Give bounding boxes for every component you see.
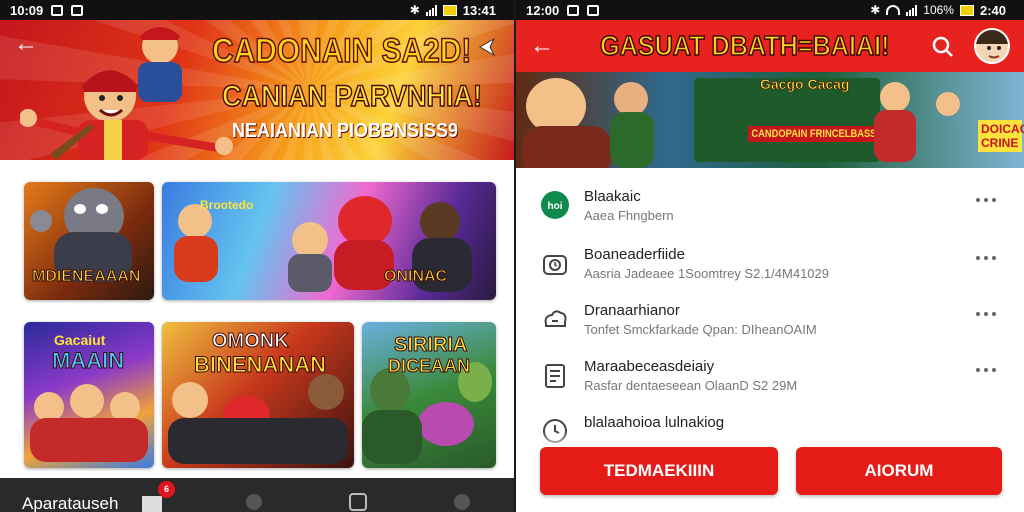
list-item-title: blalaahoioa lulnakiog [584, 414, 725, 431]
more-options-icon[interactable] [974, 310, 998, 318]
tile-title: ONINAC [383, 268, 448, 286]
right-screen: 12:00 ✱ 106% 2:40 ← GASUAT DBATH=BAIAI! … [516, 0, 1024, 512]
list-item-subtitle: Rasfar dentaeseean OlaanD S2 29M [584, 378, 798, 393]
back-arrow-icon[interactable]: ← [530, 34, 554, 58]
game-tile[interactable]: MDIENEAAAN [24, 182, 154, 300]
battery-icon [442, 4, 457, 16]
app-title: GASUAT DBATH=BAIAI! [599, 29, 890, 62]
status-bar: 10:09 ✱ 13:41 [0, 0, 514, 20]
hero-characters-illustration [20, 27, 233, 160]
tile-caption: SIRIRIA [393, 334, 468, 357]
game-tile[interactable]: Gacaiut MAAIN [24, 322, 154, 468]
bottom-nav-label[interactable]: Aparatauseh [22, 494, 118, 512]
list-item-subtitle: Aasria Jadeaee 1Soomtrey S2.1/4M41029 [584, 266, 829, 281]
tile-caption: Brootedo [200, 198, 254, 212]
banner-text: Gacgo Cacag [760, 76, 850, 93]
promo-banner[interactable]: Gacgo Cacag CANDOPAIN FRINCELBASS DOICAC… [516, 72, 1024, 168]
list-item[interactable]: Maraabeceasdeiaiy Rasfar dentaeseean Ola… [516, 350, 1024, 406]
banner-badge-text: DOICAC CRINE [978, 120, 1024, 152]
bluetooth-icon: ✱ [409, 3, 420, 17]
hero-title: CADONAIN SA2D! [211, 31, 472, 71]
notification-icon [51, 4, 64, 16]
left-screen: 10:09 ✱ 13:41 ← CADONAIN SA2D! CANIAN PA… [0, 0, 514, 512]
list-item-subtitle: Tonfet Smckfarkade Qpan: DIheanOAIM [584, 322, 817, 337]
list-item-title: Dranaarhianor [584, 302, 680, 319]
list-item-title: Maraabeceasdeiaiy [584, 358, 715, 375]
battery-icon [959, 4, 974, 16]
back-arrow-icon[interactable]: ← [14, 32, 38, 56]
game-tile[interactable]: SIRIRIA DICEAAN [362, 322, 496, 468]
tile-caption: Gacaiut [54, 332, 106, 348]
more-options-icon[interactable] [974, 366, 998, 374]
bottom-navigation: Aparatauseh 6 [0, 478, 514, 512]
signal-icon [425, 4, 437, 16]
hero-banner[interactable]: ← CADONAIN SA2D! CANIAN PARVNHIA! NEAIAN… [0, 20, 514, 160]
square-nav-icon[interactable] [348, 490, 370, 512]
list-item[interactable]: hoi Blaakaic Aaea Fhngbern [516, 180, 1024, 236]
more-options-icon[interactable] [974, 196, 998, 204]
app-bar: ← GASUAT DBATH=BAIAI! [516, 20, 1024, 72]
secondary-button[interactable]: AIORUM [796, 447, 1002, 495]
logo-icon: hoi [541, 191, 569, 219]
svg-text:hoi: hoi [548, 201, 563, 212]
wifi-icon [886, 5, 901, 15]
profile-nav-icon[interactable] [452, 490, 474, 512]
list-item-title: Blaakaic [584, 188, 641, 205]
status-bar: 12:00 ✱ 106% 2:40 [516, 0, 1024, 20]
status-time: 10:09 [10, 2, 44, 18]
notification-icon [71, 4, 84, 16]
camera-clock-icon [543, 255, 567, 275]
list-item-subtitle: Aaea Fhngbern [584, 208, 674, 223]
tile-title: MAAIN [51, 348, 125, 374]
list-item-title: Boaneaderfiide [584, 246, 685, 263]
game-tile[interactable]: OMONK BINENANAN [162, 322, 354, 468]
primary-button[interactable]: TEDMAEKIIIN [540, 447, 778, 495]
battery-percent: 106% [923, 3, 954, 17]
cloud-sync-icon [544, 310, 567, 327]
share-icon[interactable] [476, 36, 498, 58]
status-time-right: 2:40 [979, 2, 1006, 18]
search-nav-icon[interactable] [244, 492, 266, 512]
tile-caption: OMONK [212, 330, 290, 353]
status-time: 12:00 [526, 2, 560, 18]
notification-icon [567, 4, 580, 16]
avatar[interactable] [974, 28, 1010, 64]
search-icon[interactable] [932, 36, 954, 58]
signal-icon [906, 4, 918, 16]
more-options-icon[interactable] [974, 254, 998, 262]
bluetooth-icon: ✱ [870, 3, 881, 17]
list-item[interactable]: Boaneaderfiide Aasria Jadeaee 1Soomtrey … [516, 238, 1024, 294]
notification-icon [587, 4, 600, 16]
tile-title: DICEAAN [387, 356, 471, 377]
status-time-right: 13:41 [462, 2, 496, 18]
tile-title: BINENANAN [194, 352, 327, 378]
document-icon [545, 364, 565, 388]
banner-subtext: CANDOPAIN FRINCELBASS [748, 126, 880, 142]
hero-title-2: CANIAN PARVNHIA! [221, 79, 483, 114]
tile-title: MDIENEAAAN [31, 268, 141, 286]
notification-badge: 6 [158, 481, 175, 498]
list-item[interactable]: Dranaarhianor Tonfet Smckfarkade Qpan: D… [516, 294, 1024, 350]
hero-subtitle: NEAIANIAN PIOBBNSISS9 [232, 120, 459, 142]
game-tile[interactable]: Brootedo ONINAC [162, 182, 496, 300]
